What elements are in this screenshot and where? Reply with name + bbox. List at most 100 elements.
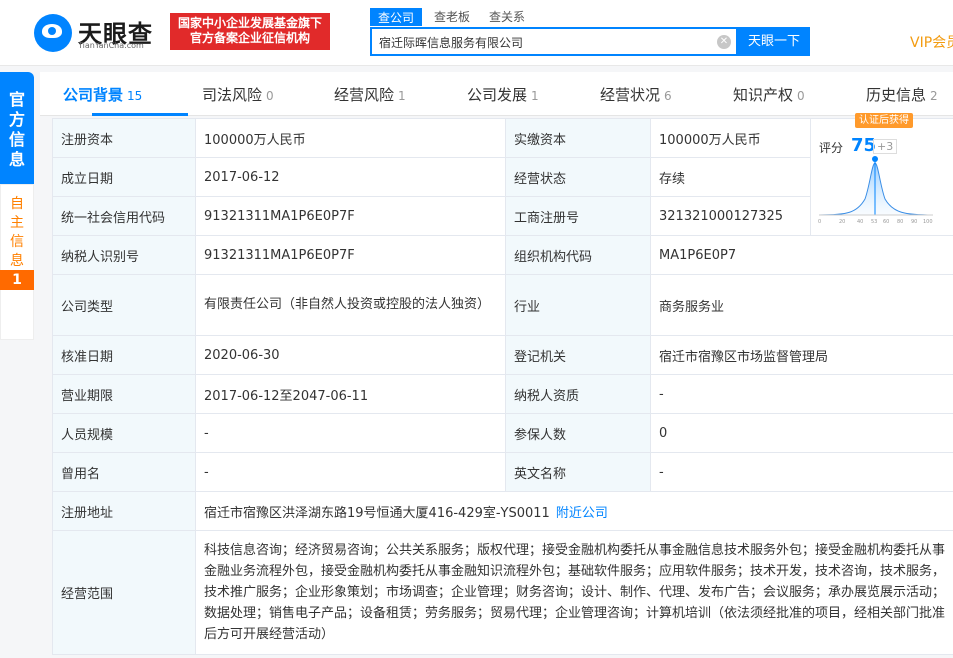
score-axis-tick: 20 [839, 219, 845, 225]
credit-code-label: 统一社会信用代码 [52, 196, 196, 236]
eye-logo-icon [34, 14, 72, 52]
tab-history-info[interactable]: 历史信息 2 [866, 84, 938, 105]
tab-company-background[interactable]: 公司背景 15 [63, 84, 142, 105]
score-axis-tick: 0 [818, 219, 821, 225]
tab-count: 2 [930, 89, 938, 103]
tab-count: 0 [797, 89, 805, 103]
search-button[interactable]: 天眼一下 [738, 27, 810, 56]
credit-code-value: 91321311MA1P6E0P7F [195, 196, 506, 236]
logo-subtext: TianYanCha.com [78, 41, 144, 50]
tab-label: 经营状况 [600, 86, 661, 104]
search-tab-company[interactable]: 查公司 [370, 8, 423, 26]
tianyancha-logo[interactable]: 天眼查 TianYanCha.com [34, 12, 164, 52]
tab-label: 经营风险 [334, 86, 395, 104]
score-label: 评分 [819, 141, 844, 155]
reg-no-value: 321321000127325 [650, 196, 811, 236]
status-value: 存续 [650, 157, 811, 197]
tab-label: 历史信息 [866, 86, 927, 104]
score-axis-ticks: 0 20 40 53 60 80 90 100 [818, 219, 933, 225]
org-code-value: MA1P6E0P7 [650, 235, 953, 275]
business-scope-label: 经营范围 [52, 530, 196, 655]
company-type-label: 公司类型 [52, 274, 196, 336]
search-box: ✕ [370, 27, 738, 56]
score-axis-tick: 60 [883, 219, 889, 225]
staff-label: 人员规模 [52, 413, 196, 453]
sidebar-official-label: 官方信息 [8, 90, 25, 169]
former-name-label: 曾用名 [52, 452, 196, 492]
badge-line-1: 国家中小企业发展基金旗下 [177, 16, 322, 30]
authority-label: 登记机关 [505, 335, 651, 375]
tab-label: 公司发展 [467, 86, 528, 104]
company-info-table: 注册资本 100000万人民币 实缴资本 100000万人民币 认证后获得 评分… [52, 113, 953, 655]
active-tab-underline [92, 113, 188, 116]
tab-label: 公司背景 [63, 86, 124, 104]
reg-capital-label: 注册资本 [52, 118, 196, 158]
sidebar-self-count: 1 [0, 270, 34, 290]
approval-date-label: 核准日期 [52, 335, 196, 375]
nearby-companies-link[interactable]: 附近公司 [556, 506, 608, 521]
top-header: 天眼查 TianYanCha.com 国家中小企业发展基金旗下 官方备案企业征信… [0, 0, 953, 66]
tab-judicial-risk[interactable]: 司法风险 0 [202, 84, 274, 105]
tab-operating-risk[interactable]: 经营风险 1 [334, 84, 406, 105]
paid-capital-value: 100000万人民币 [650, 118, 811, 158]
score-marker-dot [872, 156, 878, 162]
term-label: 营业期限 [52, 374, 196, 414]
score-certify-tag: 认证后获得 [855, 113, 913, 128]
tab-count: 1 [531, 89, 539, 103]
search-tab-relation[interactable]: 查关系 [489, 8, 525, 25]
tab-intellectual-property[interactable]: 知识产权 0 [733, 84, 805, 105]
status-label: 经营状态 [505, 157, 651, 197]
clear-icon[interactable]: ✕ [717, 35, 731, 49]
found-date-value: 2017-06-12 [195, 157, 506, 197]
tab-company-development[interactable]: 公司发展 1 [467, 84, 539, 105]
section-tabs: 公司背景 15 司法风险 0 经营风险 1 公司发展 1 经营状况 6 知识产权 0 历史信… [40, 72, 953, 116]
approval-date-value: 2020-06-30 [195, 335, 506, 375]
sidebar-self-info[interactable]: 自主信息 [0, 184, 34, 340]
score-axis-tick: 100 [923, 219, 933, 225]
search-tab-boss[interactable]: 查老板 [434, 8, 470, 25]
score-axis-tick: 90 [911, 219, 917, 225]
reg-no-label: 工商注册号 [505, 196, 651, 236]
tab-label: 知识产权 [733, 86, 794, 104]
org-code-label: 组织机构代码 [505, 235, 651, 275]
tab-count: 0 [266, 89, 274, 103]
address-value: 宿迁市宿豫区洪泽湖东路19号恒通大厦416-429室-YS0011 [204, 505, 550, 521]
tab-operating-status[interactable]: 经营状况 6 [600, 84, 672, 105]
industry-value: 商务服务业 [650, 274, 953, 336]
tab-count: 15 [127, 89, 143, 103]
taxpayer-id-value: 91321311MA1P6E0P7F [195, 235, 506, 275]
insured-value: 0 [650, 413, 953, 453]
former-name-value: - [195, 452, 506, 492]
score-distribution-chart: 0 20 40 53 60 80 90 100 [818, 156, 934, 225]
taxpayer-qual-label: 纳税人资质 [505, 374, 651, 414]
search-input[interactable] [379, 35, 709, 49]
badge-line-2: 官方备案企业征信机构 [189, 31, 310, 45]
staff-value: - [195, 413, 506, 453]
address-label: 注册地址 [52, 491, 196, 531]
taxpayer-qual-value: - [650, 374, 953, 414]
score-axis-tick: 80 [897, 219, 903, 225]
vip-link[interactable]: VIP会员 [910, 32, 953, 52]
official-badge: 国家中小企业发展基金旗下 官方备案企业征信机构 [170, 13, 330, 50]
score-plus: +3 [873, 139, 898, 154]
sidebar-official-info[interactable]: 官方信息 [0, 72, 34, 184]
company-type-value: 有限责任公司（非自然人投资或控股的法人独资） [195, 274, 506, 336]
sidebar-self-label: 自主信息 [10, 196, 24, 269]
found-date-label: 成立日期 [52, 157, 196, 197]
tab-count: 1 [398, 89, 406, 103]
industry-label: 行业 [505, 274, 651, 336]
score-axis-tick: 40 [857, 219, 863, 225]
tab-label: 司法风险 [202, 86, 263, 104]
term-value: 2017-06-12至2047-06-11 [195, 374, 506, 414]
score-axis-tick: 53 [871, 219, 877, 225]
reg-capital-value: 100000万人民币 [195, 118, 506, 158]
english-name-value: - [650, 452, 953, 492]
english-name-label: 英文名称 [505, 452, 651, 492]
insured-label: 参保人数 [505, 413, 651, 453]
tab-count: 6 [664, 89, 672, 103]
paid-capital-label: 实缴资本 [505, 118, 651, 158]
score-panel[interactable]: 认证后获得 评分 75 +3 0 20 40 53 60 80 90 100 [810, 113, 953, 236]
score-widget: 认证后获得 评分 75 +3 0 20 40 53 60 80 90 100 [817, 113, 942, 235]
business-scope-value: 科技信息咨询；经济贸易咨询；公共关系服务；版权代理；接受金融机构委托从事金融信息… [195, 530, 953, 655]
taxpayer-id-label: 纳税人识别号 [52, 235, 196, 275]
